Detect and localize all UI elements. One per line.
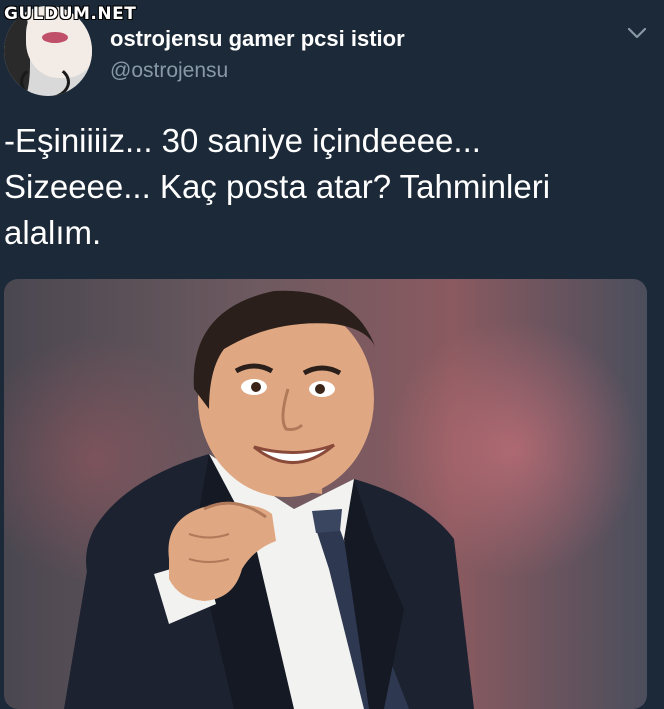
tweet-media-image[interactable] [4,279,647,709]
tweet-text: -Eşiniiiiz... 30 saniye içindeeee... Siz… [4,122,551,251]
site-watermark: GULDUM.NET [4,4,137,24]
man-pointing-illustration [64,290,474,709]
avatar-lips [42,32,68,43]
avatar-headset [20,64,70,96]
user-handle[interactable]: @ostrojensu [110,59,228,83]
chevron-down-icon[interactable] [626,22,648,44]
display-name[interactable]: ostrojensu gamer pcsi istior [110,26,405,52]
